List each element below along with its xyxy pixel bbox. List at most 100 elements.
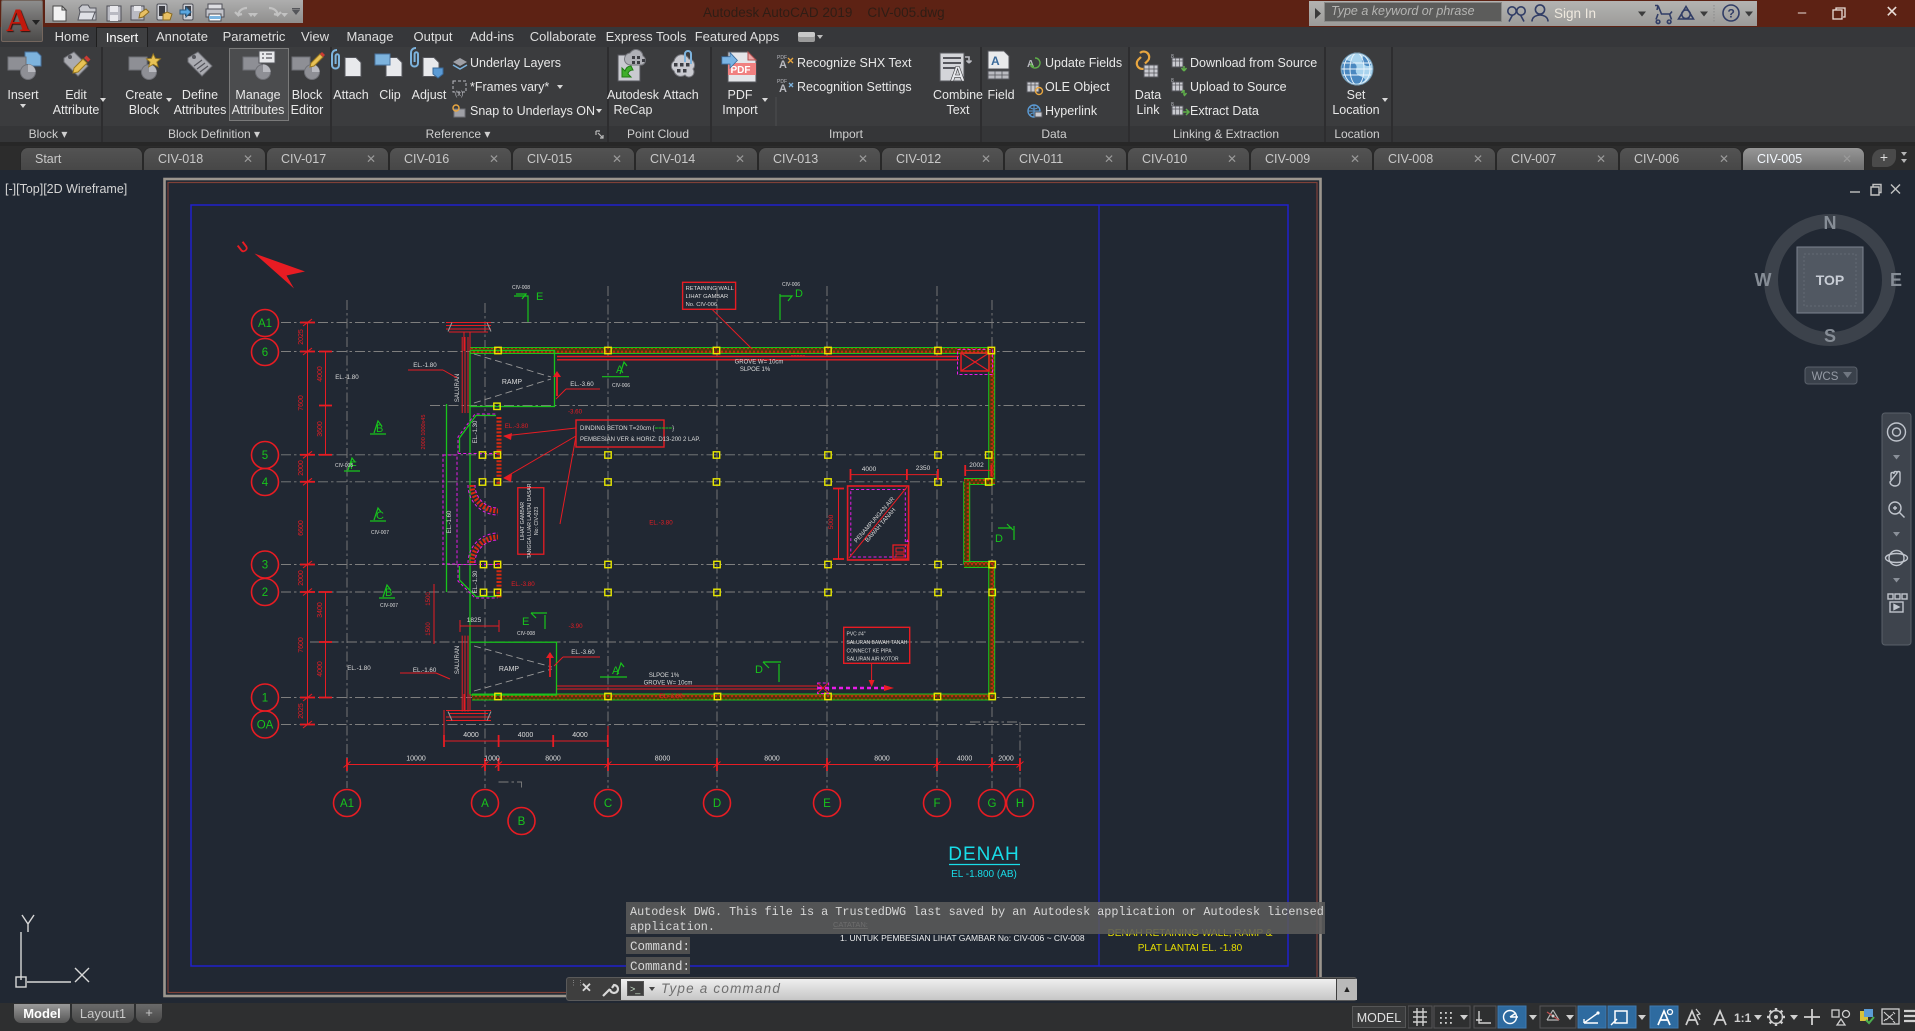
svg-text:2002: 2002 [969,462,984,469]
svg-text:4000: 4000 [317,661,324,677]
svg-text:E: E [1890,270,1902,290]
svg-text:-3.60: -3.60 [568,409,583,416]
svg-text:8: 8 [1171,78,1174,84]
svg-text:3600: 3600 [317,421,324,437]
svg-text:EL.-3.60: EL.-3.60 [570,381,594,388]
svg-text:3: 3 [262,560,268,572]
svg-text:H: H [1016,798,1024,810]
svg-text:CIV-008: CIV-008 [512,285,530,291]
svg-text:8000: 8000 [764,756,780,763]
svg-text:4000: 4000 [862,466,877,473]
svg-text:TANGGA LUAR LANTAI DASAR: TANGGA LUAR LANTAI DASAR [527,483,533,558]
svg-text:SALURAN: SALURAN [455,374,461,402]
svg-text:S: S [1824,326,1836,346]
svg-text:3400: 3400 [317,602,324,618]
svg-text:EL.-1.30: EL.-1.30 [473,420,479,443]
svg-text:A1: A1 [258,318,272,330]
svg-text:No: CIV-023: No: CIV-023 [534,507,540,535]
svg-text:D: D [795,288,803,300]
svg-text:RAMP: RAMP [502,379,523,386]
svg-text:EL.-1.80: EL.-1.80 [335,374,359,381]
svg-text:GROVE W= 10cm: GROVE W= 10cm [735,360,784,366]
svg-text:LIHAT GAMBAR: LIHAT GAMBAR [520,502,526,540]
svg-text:E: E [522,616,529,628]
svg-text:2: 2 [262,587,268,599]
svg-text:EL.-1.80: EL.-1.80 [347,665,371,672]
svg-text:1: 1 [262,693,268,705]
svg-text:D: D [713,798,721,810]
svg-text:4000: 4000 [463,732,479,739]
svg-text:DINDING BETON T=20cm {=====}: DINDING BETON T=20cm {=====} [580,426,674,432]
svg-text:?: ? [1728,7,1735,21]
svg-text:8: 8 [1171,102,1174,108]
svg-text:2000: 2000 [298,460,305,476]
svg-text:CIV-008: CIV-008 [517,631,535,637]
svg-text:F: F [933,798,940,810]
svg-text:1825: 1825 [467,617,482,624]
svg-text:B: B [518,816,526,828]
svg-text:CIV-007: CIV-007 [380,603,398,609]
svg-text:TOP: TOP [1816,272,1845,288]
svg-text:▲: ▲ [905,538,910,544]
svg-text:2025: 2025 [298,703,305,719]
svg-text:2350: 2350 [916,465,931,472]
svg-text:7600: 7600 [298,637,305,653]
svg-text:EL.-1.80: EL.-1.80 [413,362,437,369]
svg-text:Sign In: Sign In [1554,6,1596,21]
svg-text:RETAINING WALL: RETAINING WALL [686,286,735,292]
svg-text:LIHAT GAMBAR: LIHAT GAMBAR [686,294,729,300]
svg-text:EL.-3.80: EL.-3.80 [505,423,529,430]
svg-text:7600: 7600 [298,395,305,411]
svg-text:EL -1.800 (AB): EL -1.800 (AB) [951,869,1017,880]
svg-text:CIV-006: CIV-006 [612,383,630,389]
svg-text:WCS: WCS [1812,371,1839,383]
svg-text:CIV-006: CIV-006 [782,282,800,288]
svg-text:Command:: Command: [630,940,690,954]
svg-text:N: N [1824,213,1837,233]
svg-text:A1: A1 [340,798,354,810]
svg-text:1. UNTUK PEMBESIAN LIHAT GAMBA: 1. UNTUK PEMBESIAN LIHAT GAMBAR No: CIV-… [840,933,1085,943]
svg-text:=====: ===== [791,354,806,360]
svg-text:EL.-3.60: EL.-3.60 [571,649,595,656]
svg-text:5: 5 [262,450,268,462]
svg-text:1500: 1500 [426,622,432,636]
svg-text:4000: 4000 [957,756,973,763]
svg-text:No. CIV-006: No. CIV-006 [686,302,718,308]
svg-text:SLPOE 1%: SLPOE 1% [649,673,680,679]
svg-text:CIV-008: CIV-008 [335,463,353,469]
svg-text:[-][Top][2D Wireframe]: [-][Top][2D Wireframe] [5,182,127,196]
svg-text:-3.90: -3.90 [568,623,583,630]
svg-text:Command:: Command: [630,960,690,974]
svg-text:4000: 4000 [518,732,534,739]
svg-text:4000: 4000 [317,366,324,382]
svg-text:SLPOE 1%: SLPOE 1% [740,367,771,373]
svg-text:5000: 5000 [828,514,835,529]
svg-text:8000: 8000 [874,756,890,763]
svg-text:1500: 1500 [426,592,432,606]
svg-text:2025: 2025 [298,329,305,345]
svg-text:PLAT LANTAI EL. -1.80: PLAT LANTAI EL. -1.80 [1138,943,1243,954]
svg-text:E: E [823,798,831,810]
svg-text:OA: OA [257,720,274,732]
svg-text:PENAMPUNGAN AIR: PENAMPUNGAN AIR [854,496,897,544]
svg-text:W: W [1755,270,1772,290]
svg-text:GROVE W= 10cm: GROVE W= 10cm [644,681,693,687]
svg-text:G: G [988,798,997,810]
svg-text:CIV-007: CIV-007 [371,530,389,536]
svg-text:EL.-3.80: EL.-3.80 [659,693,683,700]
svg-text:SALURAN: SALURAN [455,646,461,674]
svg-text:EL.-1.60: EL.-1.60 [447,510,453,533]
svg-text:PDF: PDF [731,65,751,76]
svg-text:10000: 10000 [406,756,426,763]
svg-text:U: U [235,239,252,257]
svg-text:4000: 4000 [572,732,588,739]
svg-text:SALURAN BAWAH TANAH: SALURAN BAWAH TANAH [847,640,908,646]
svg-text:Autodesk DWG. This file is a: Autodesk DWG. This file is a TrustedDWG … [630,905,1324,919]
svg-text:E: E [536,291,543,303]
svg-text:application.: application. [630,920,715,934]
svg-text:SALURAN AIR KOTOR: SALURAN AIR KOTOR [847,657,900,663]
svg-text:1:1: 1:1 [1734,1011,1752,1025]
svg-text:(x): (x) [455,91,463,98]
svg-text:A: A [481,798,489,810]
svg-text:PEMBESIAN VER & HORIZ: D13-200: PEMBESIAN VER & HORIZ: D13-200 2 LAP. [580,437,701,443]
